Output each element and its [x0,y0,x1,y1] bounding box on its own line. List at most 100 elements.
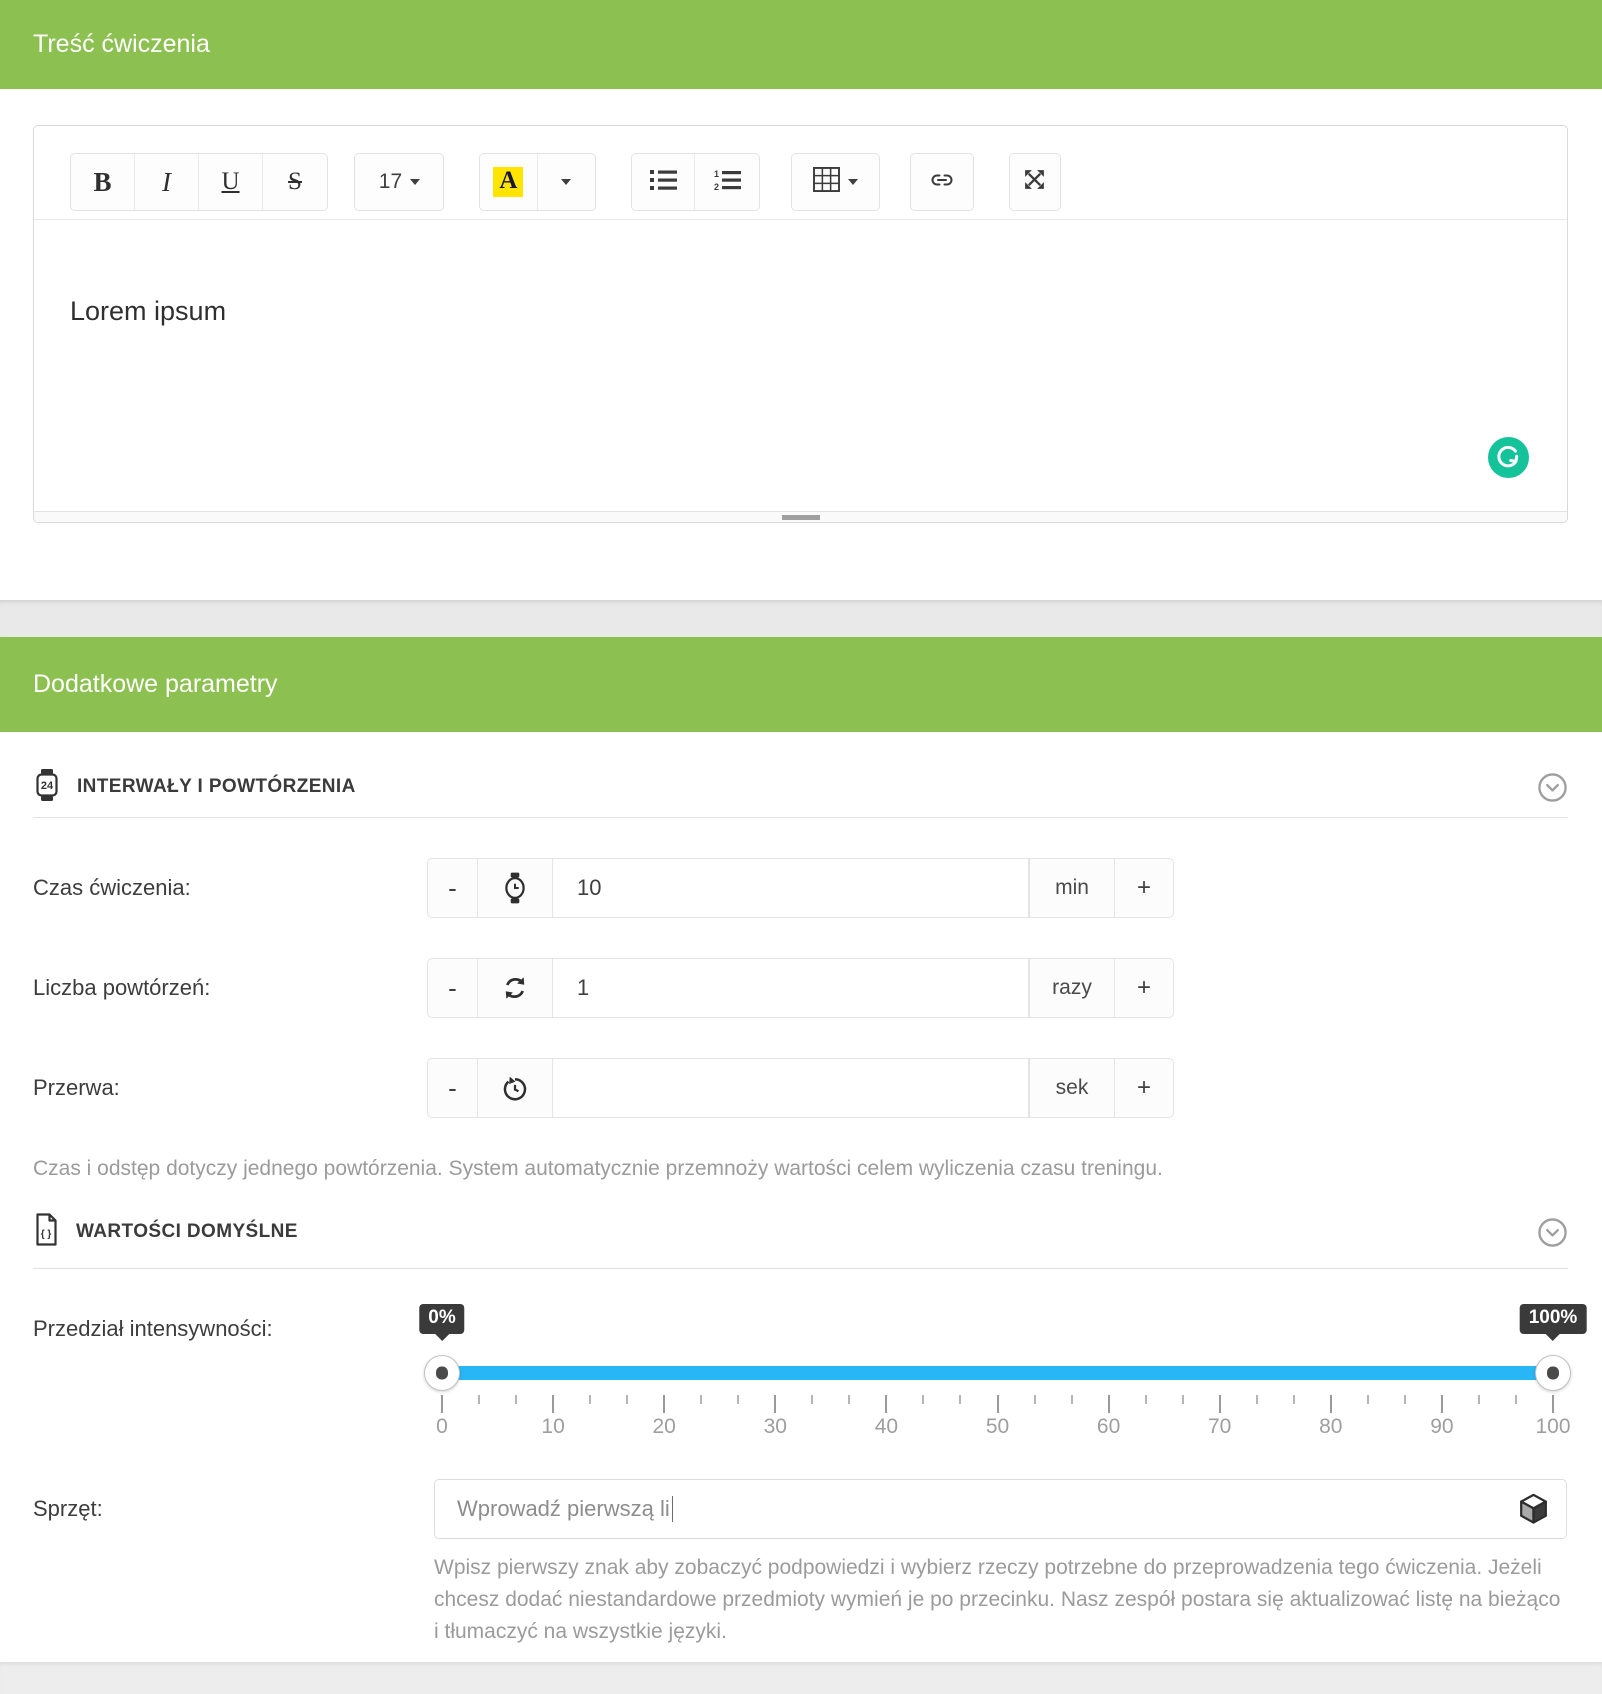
svg-text:24: 24 [41,780,54,792]
slider-tick [848,1395,850,1404]
link-icon [927,168,957,197]
exercise-time-stepper: - min + [427,858,1174,918]
row-exercise-time: Czas ćwiczenia: - min + [33,858,1568,918]
slider-tick [663,1395,665,1413]
params-card-body: 24 INTERWAŁY I POWTÓRZENIA Czas ćwiczeni… [0,770,1602,1662]
chevron-down-icon [561,179,571,185]
table-group [791,153,880,211]
grammarly-icon[interactable] [1488,437,1529,478]
section-defaults-header: { } WARTOŚCI DOMYŚLNE [33,1214,1568,1250]
rich-text-editor: B I U S 17 A [33,125,1568,523]
slider-tick-label: 80 [1319,1415,1342,1439]
expand-arrows-icon [1022,167,1047,197]
slider-min-tooltip: 0% [419,1304,464,1334]
cube-icon [1518,1493,1549,1525]
equipment-input[interactable]: Wprowadź pierwszą li [434,1479,1567,1539]
bullet-list-button[interactable] [632,154,695,210]
exercise-time-unit: min [1029,858,1115,918]
intervals-hint: Czas i odstęp dotyczy jednego powtórzeni… [33,1154,1568,1184]
equipment-input-text: Wprowadź pierwszą li [457,1496,670,1522]
slider-tick [1367,1395,1369,1404]
font-color-button[interactable]: A [480,154,538,210]
row-intensity: Przedział intensywności: 0% 100% 0102030… [33,1269,1568,1444]
history-clock-icon [477,1058,553,1118]
repetitions-input[interactable] [553,958,1029,1018]
equipment-label: Sprzęt: [33,1496,434,1522]
slider-tick [1404,1395,1406,1404]
slider-tick [626,1395,628,1404]
slider-tick [997,1395,999,1413]
sync-icon [477,958,553,1018]
slider-tick-label: 20 [653,1415,676,1439]
svg-text:1: 1 [714,169,719,179]
slider-tick [774,1395,776,1413]
break-input[interactable] [553,1058,1029,1118]
editor-content-area[interactable]: Lorem ipsum [34,220,1567,511]
slider-ticks [442,1395,1553,1415]
increment-button[interactable]: + [1115,1058,1174,1118]
svg-text:{ }: { } [41,1229,52,1240]
decrement-button[interactable]: - [427,958,477,1018]
bullet-list-icon [650,169,677,196]
list-group: 12 [631,153,760,211]
editor-statusbar [34,511,1567,522]
insert-table-button[interactable] [792,154,879,210]
collapse-intervals-button[interactable] [1537,772,1568,803]
fullscreen-group [1009,153,1061,211]
slider-tick-label: 10 [541,1415,564,1439]
slider-tick [1515,1395,1517,1404]
exercise-time-input[interactable] [553,858,1029,918]
editor-resize-handle[interactable] [782,515,820,520]
chevron-down-icon [410,179,420,185]
slider-track[interactable] [439,1366,1556,1380]
slider-max-handle[interactable] [1535,1355,1571,1391]
insert-link-button[interactable] [911,154,973,210]
slider-tick [885,1395,887,1413]
font-size-button[interactable]: 17 [355,154,443,210]
numbered-list-button[interactable]: 12 [695,154,759,210]
font-color-dropdown-button[interactable] [538,154,595,210]
increment-button[interactable]: + [1115,858,1174,918]
slider-tick [1219,1395,1221,1413]
strikethrough-button[interactable]: S [263,154,327,210]
table-icon [813,167,840,197]
row-repetitions: Liczba powtórzeń: - razy + [33,958,1568,1018]
repetitions-label: Liczba powtórzeń: [33,975,427,1001]
increment-button[interactable]: + [1115,958,1174,1018]
decrement-button[interactable]: - [427,1058,477,1118]
slider-tick [700,1395,702,1404]
fullscreen-button[interactable] [1010,154,1060,210]
slider-tick-label: 100 [1535,1415,1570,1439]
slider-tick [1034,1395,1036,1404]
slider-tick-label: 50 [986,1415,1009,1439]
slider-tick [959,1395,961,1404]
editor-toolbar: B I U S 17 A [34,126,1567,220]
italic-button[interactable]: I [135,154,199,210]
chevron-down-icon [848,179,858,185]
slider-min-handle[interactable] [424,1355,460,1391]
bold-button[interactable]: B [71,154,135,210]
exercise-time-label: Czas ćwiczenia: [33,875,427,901]
break-stepper: - sek + [427,1058,1174,1118]
break-label: Przerwa: [33,1075,427,1101]
editor-text: Lorem ipsum [70,296,226,327]
svg-text:2: 2 [714,182,719,191]
slider-tick [515,1395,517,1404]
text-style-group: B I U S [70,153,328,211]
collapse-defaults-button[interactable] [1537,1217,1568,1248]
slider-tick-label: 70 [1208,1415,1231,1439]
content-card-body: B I U S 17 A [0,89,1602,600]
page-gap [0,600,1602,637]
slider-tick-label: 40 [875,1415,898,1439]
content-card-header: Treść ćwiczenia [0,0,1602,89]
row-break: Przerwa: - sek + [33,1058,1568,1118]
break-unit: sek [1029,1058,1115,1118]
slider-tick [737,1395,739,1404]
slider-tick [922,1395,924,1404]
underline-button[interactable]: U [199,154,263,210]
content-card-title: Treść ćwiczenia [33,30,210,59]
repetitions-unit: razy [1029,958,1115,1018]
slider-tick [811,1395,813,1404]
decrement-button[interactable]: - [427,858,477,918]
slider-max-tooltip: 100% [1520,1304,1587,1334]
